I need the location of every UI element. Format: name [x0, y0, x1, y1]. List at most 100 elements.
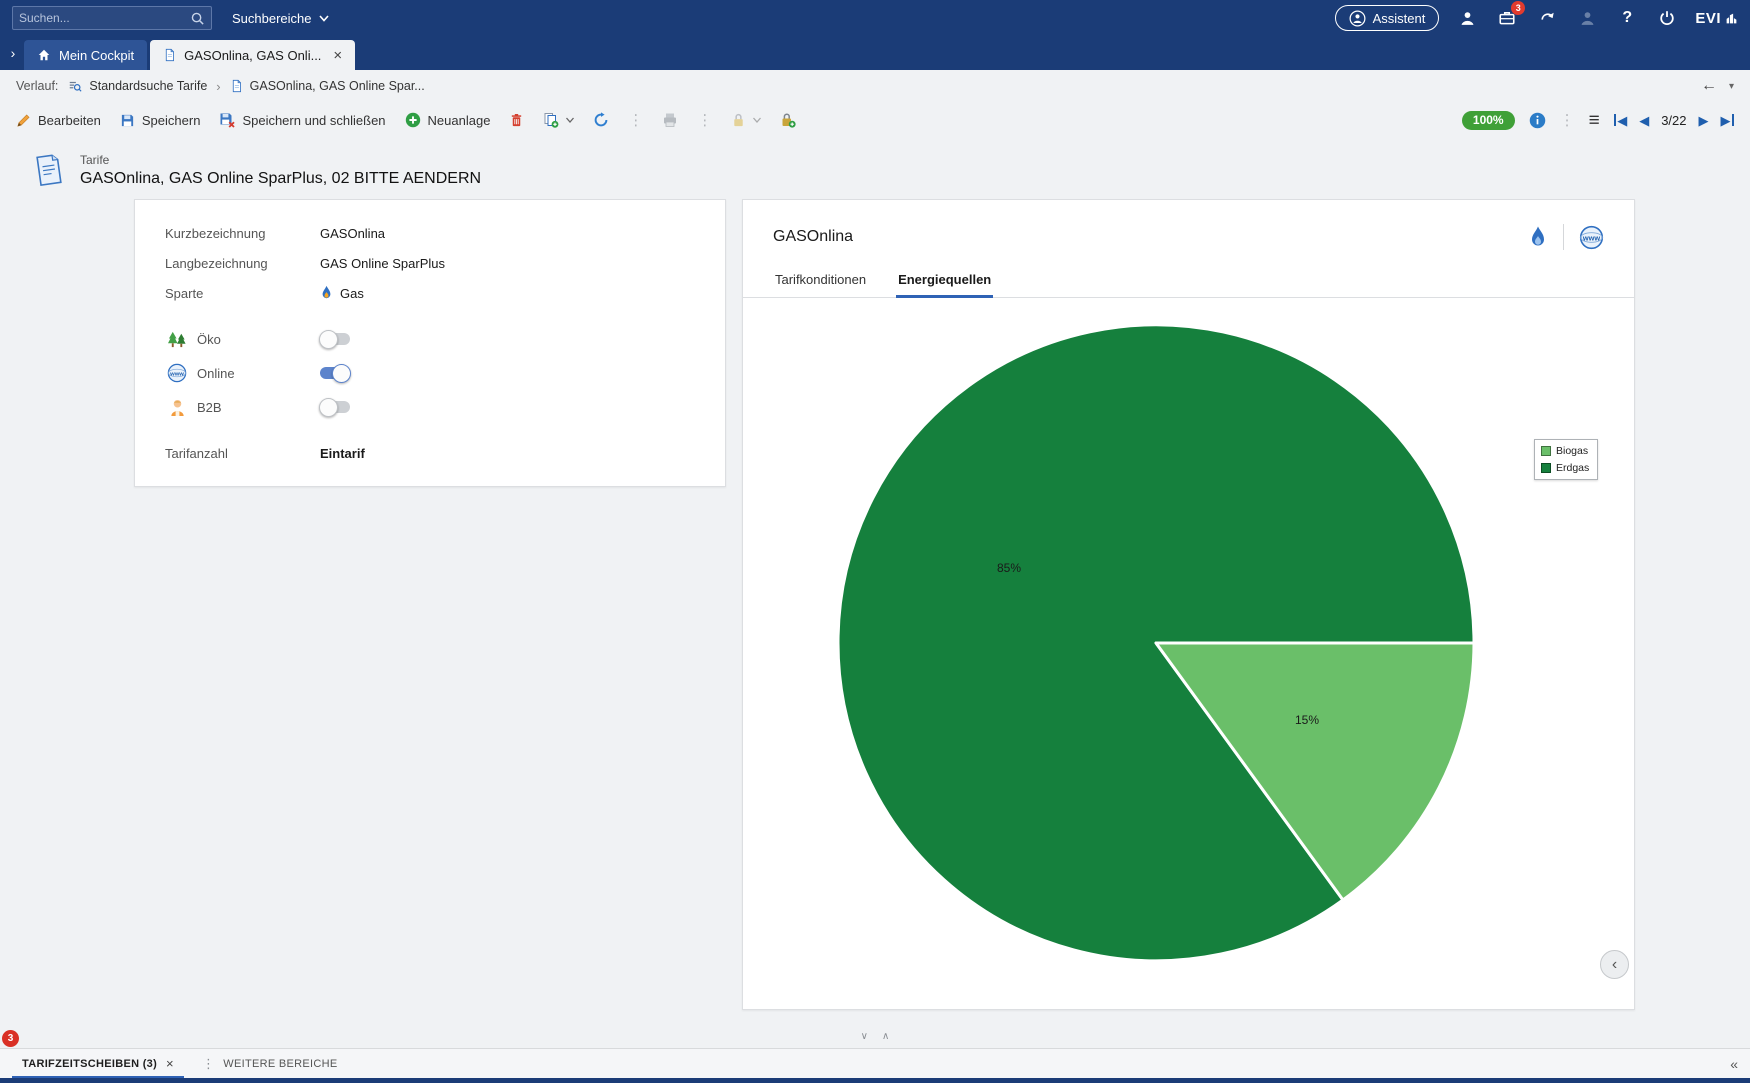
field-label: Kurzbezeichnung: [165, 226, 320, 241]
tariff-form-card: Kurzbezeichnung GASOnlina Langbezeichnun…: [134, 199, 726, 487]
history-caret-icon[interactable]: ▾: [1729, 81, 1734, 92]
field-label: Tarifanzahl: [165, 446, 320, 461]
save-close-button[interactable]: Speichern und schließen: [219, 112, 385, 128]
save-close-label: Speichern und schließen: [242, 113, 385, 128]
splitter-down-icon[interactable]: ∨: [861, 1031, 868, 1042]
messages-button[interactable]: 3: [1495, 6, 1519, 30]
global-search[interactable]: [12, 6, 212, 30]
copy-plus-icon: [543, 112, 559, 128]
tab-mein-cockpit[interactable]: Mein Cockpit: [24, 40, 147, 70]
first-record-button[interactable]: ◀: [1614, 114, 1628, 127]
copy-record-button[interactable]: [543, 112, 574, 128]
action-toolbar: Bearbeiten Speichern Speichern und schli…: [0, 102, 1750, 138]
toolbar-divider: ⋮: [1560, 113, 1575, 128]
breadcrumb-separator: ›: [216, 79, 220, 94]
search-scope-select[interactable]: Suchbereiche: [232, 11, 329, 26]
new-button[interactable]: Neuanlage: [405, 112, 491, 128]
home-icon: [37, 48, 51, 62]
save-close-icon: [219, 112, 235, 128]
nav-expand-chevron[interactable]: ›: [2, 45, 24, 61]
tab-tarifkonditionen[interactable]: Tarifkonditionen: [773, 264, 868, 297]
history-back-icon[interactable]: ←: [1701, 77, 1717, 95]
tab-energiequellen[interactable]: Energiequellen: [896, 264, 993, 297]
help-button[interactable]: ?: [1615, 6, 1639, 30]
pie-label-erdgas: 85%: [997, 561, 1021, 575]
chevron-down-icon: [319, 15, 329, 22]
caret-down-icon[interactable]: [566, 117, 574, 123]
breadcrumb: Verlauf: Standardsuche Tarife › GASOnlin…: [0, 70, 1750, 102]
tab-tarifzeitscheiben[interactable]: TARIFZEITSCHEIBEN (3) ×: [12, 1049, 184, 1079]
field-value: GASOnlina: [320, 226, 385, 241]
breadcrumb-item-document[interactable]: GASOnlina, GAS Online Spar...: [230, 79, 425, 93]
divider: [1563, 224, 1564, 250]
zoom-badge[interactable]: 100%: [1462, 111, 1515, 130]
field-value: Gas: [340, 286, 364, 301]
legend-item-biogas: Biogas: [1541, 445, 1589, 457]
search-input[interactable]: [19, 11, 190, 25]
assistant-button[interactable]: Assistent: [1335, 5, 1440, 31]
legend-label: Biogas: [1556, 445, 1588, 457]
panel-splitter[interactable]: ∨ ∧: [0, 1028, 1750, 1044]
tariff-document-icon: [30, 152, 66, 188]
footer-bar: [0, 1078, 1750, 1083]
refresh-icon: [593, 112, 609, 128]
panel-collapse-button[interactable]: ‹: [1600, 950, 1629, 979]
search-icon[interactable]: [190, 11, 205, 26]
svg-text:www: www: [169, 371, 184, 377]
trash-icon: [509, 112, 524, 128]
delete-button[interactable]: [509, 112, 524, 128]
detail-tabs: Tarifkonditionen Energiequellen: [743, 264, 1634, 298]
tab-close-icon[interactable]: ×: [333, 48, 342, 63]
alert-count-badge[interactable]: 3: [2, 1030, 19, 1047]
profile-settings-icon[interactable]: [1575, 6, 1599, 30]
save-button[interactable]: Speichern: [120, 113, 201, 128]
power-icon[interactable]: [1655, 6, 1679, 30]
form-row: Kurzbezeichnung GASOnlina: [165, 218, 725, 248]
lock-icon: [731, 112, 746, 128]
redo-icon[interactable]: [1535, 6, 1559, 30]
lock-button[interactable]: [731, 112, 761, 128]
legend-swatch: [1541, 463, 1551, 473]
printer-icon: [662, 112, 678, 128]
toggle-online[interactable]: [320, 367, 350, 379]
gas-flame-icon: [320, 285, 333, 301]
breadcrumb-item-search[interactable]: Standardsuche Tarife: [68, 79, 207, 93]
trees-icon: [165, 330, 189, 349]
edit-button[interactable]: Bearbeiten: [16, 113, 101, 128]
last-record-button[interactable]: ▶: [1721, 114, 1735, 127]
document-icon: [163, 48, 176, 62]
bottom-collapse-icon[interactable]: «: [1730, 1056, 1738, 1072]
history-label: Verlauf:: [16, 79, 58, 93]
breadcrumb-label: Standardsuche Tarife: [89, 79, 207, 93]
toggle-row-oeko: Öko: [165, 322, 725, 356]
chart-legend: Biogas Erdgas: [1534, 439, 1598, 480]
pencil-icon: [16, 113, 31, 128]
brand-text: EVI: [1695, 10, 1721, 27]
splitter-up-icon[interactable]: ∧: [882, 1031, 889, 1042]
tab-close-icon[interactable]: ×: [166, 1056, 174, 1071]
lock-add-button[interactable]: [780, 112, 796, 128]
next-record-button[interactable]: ▶: [1699, 114, 1709, 127]
caret-down-icon[interactable]: [753, 117, 761, 123]
toggle-oeko[interactable]: [320, 333, 350, 345]
weitere-bereiche[interactable]: ⋮ WEITERE BEREICHE: [202, 1056, 338, 1072]
tab-gasonlina[interactable]: GASOnlina, GAS Onli... ×: [150, 40, 355, 70]
refresh-button[interactable]: [593, 112, 609, 128]
object-type-label: Tarife: [80, 153, 481, 167]
toggle-b2b[interactable]: [320, 401, 350, 413]
bottom-tabbar: TARIFZEITSCHEIBEN (3) × ⋮ WEITERE BEREIC…: [0, 1048, 1750, 1078]
search-list-icon: [68, 79, 82, 93]
field-label: Sparte: [165, 286, 320, 301]
gas-flame-icon: [1528, 225, 1548, 250]
energy-pie-chart: 85% 15% Biogas Erdgas: [743, 298, 1634, 998]
print-button[interactable]: [662, 112, 678, 128]
tab-label: Mein Cockpit: [59, 48, 134, 63]
toggle-row-online: www Online: [165, 356, 725, 390]
pie-chart-svg: 85% 15%: [743, 298, 1634, 998]
prev-record-button[interactable]: ◀: [1639, 114, 1649, 127]
menu-icon[interactable]: ≡: [1589, 111, 1600, 130]
info-icon[interactable]: [1529, 112, 1546, 129]
more-areas-label: WEITERE BEREICHE: [223, 1058, 337, 1070]
user-button[interactable]: [1455, 6, 1479, 30]
page-title: GASOnlina, GAS Online SparPlus, 02 BITTE…: [80, 170, 481, 188]
